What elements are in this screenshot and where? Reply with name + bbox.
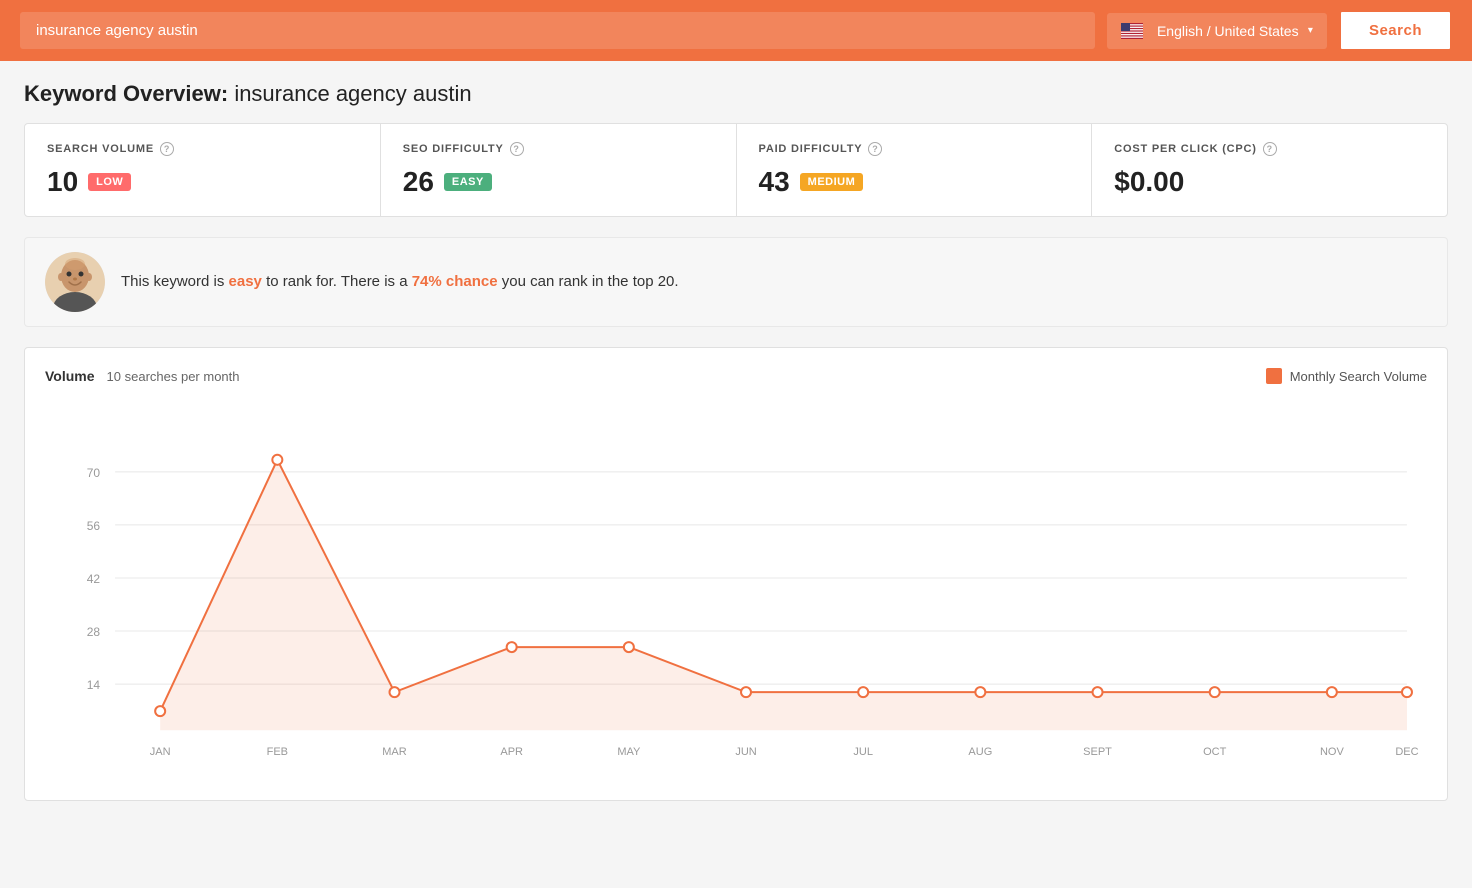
y-label-14: 14 [87, 678, 101, 692]
x-label-feb: FEB [267, 746, 288, 758]
page-title-bold: Keyword Overview: [24, 81, 228, 106]
metric-value-search-volume: 10 LOW [47, 166, 358, 198]
search-input[interactable] [20, 12, 1095, 49]
x-label-jun: JUN [735, 746, 756, 758]
chart-svg: 70 56 42 28 14 [45, 400, 1427, 780]
x-label-oct: OCT [1203, 746, 1227, 758]
header: English / United States ▾ Search [0, 0, 1472, 61]
x-label-jan: JAN [150, 746, 171, 758]
y-label-56: 56 [87, 519, 101, 533]
metric-card-search-volume: SEARCH VOLUME ? 10 LOW [25, 124, 381, 216]
page-title-keyword: insurance agency austin [234, 81, 471, 106]
page-title: Keyword Overview: insurance agency austi… [24, 81, 1448, 107]
main-content: Keyword Overview: insurance agency austi… [0, 61, 1472, 821]
metric-label-paid-difficulty: PAID DIFFICULTY ? [759, 142, 1070, 156]
metric-card-cpc: COST PER CLICK (CPC) ? $0.00 [1092, 124, 1447, 216]
badge-low: LOW [88, 173, 131, 191]
data-point-sept [1093, 687, 1103, 697]
x-label-dec: DEC [1395, 746, 1418, 758]
y-label-42: 42 [87, 572, 101, 586]
insight-bar: This keyword is easy to rank for. There … [24, 237, 1448, 327]
data-point-nov [1327, 687, 1337, 697]
avatar [45, 252, 105, 312]
chart-header: Volume 10 searches per month Monthly Sea… [45, 368, 1427, 384]
metric-card-seo-difficulty: SEO DIFFICULTY ? 26 EASY [381, 124, 737, 216]
metric-cards: SEARCH VOLUME ? 10 LOW SEO DIFFICULTY ? … [24, 123, 1448, 217]
metric-card-paid-difficulty: PAID DIFFICULTY ? 43 MEDIUM [737, 124, 1093, 216]
data-point-jan [155, 706, 165, 716]
y-label-70: 70 [87, 466, 101, 480]
help-icon-search-volume[interactable]: ? [160, 142, 174, 156]
language-selector[interactable]: English / United States ▾ [1107, 13, 1327, 49]
avatar-image [45, 252, 105, 312]
x-label-aug: AUG [968, 746, 992, 758]
chart-legend: Monthly Search Volume [1266, 368, 1427, 384]
y-label-28: 28 [87, 625, 101, 639]
chart-sub-label: 10 searches per month [107, 369, 240, 384]
x-label-jul: JUL [853, 746, 873, 758]
data-point-oct [1210, 687, 1220, 697]
chart-header-left: Volume 10 searches per month [45, 368, 240, 384]
chevron-down-icon: ▾ [1308, 25, 1313, 36]
search-button[interactable]: Search [1339, 10, 1452, 51]
badge-easy: EASY [444, 173, 492, 191]
insight-easy-label: easy [229, 273, 262, 290]
metric-value-paid-difficulty: 43 MEDIUM [759, 166, 1070, 198]
data-point-mar [389, 687, 399, 697]
data-point-aug [975, 687, 985, 697]
flag-icon [1121, 23, 1143, 39]
language-label: English / United States [1157, 23, 1300, 39]
legend-label: Monthly Search Volume [1290, 369, 1427, 384]
insight-text: This keyword is easy to rank for. There … [121, 271, 679, 294]
x-label-apr: APR [500, 746, 523, 758]
chart-container: 70 56 42 28 14 [45, 400, 1427, 780]
insight-chance-label: 74% chance [412, 273, 498, 290]
metric-label-seo-difficulty: SEO DIFFICULTY ? [403, 142, 714, 156]
data-point-jul [858, 687, 868, 697]
x-label-nov: NOV [1320, 746, 1345, 758]
x-label-may: MAY [617, 746, 641, 758]
metric-label-cpc: COST PER CLICK (CPC) ? [1114, 142, 1425, 156]
x-label-sept: SEPT [1083, 746, 1112, 758]
data-point-apr [507, 642, 517, 652]
help-icon-paid-difficulty[interactable]: ? [868, 142, 882, 156]
metric-value-cpc: $0.00 [1114, 166, 1425, 198]
help-icon-cpc[interactable]: ? [1263, 142, 1277, 156]
badge-medium: MEDIUM [800, 173, 864, 191]
chart-section: Volume 10 searches per month Monthly Sea… [24, 347, 1448, 801]
legend-color-box [1266, 368, 1282, 384]
data-point-jun [741, 687, 751, 697]
data-point-may [624, 642, 634, 652]
help-icon-seo-difficulty[interactable]: ? [510, 142, 524, 156]
x-label-mar: MAR [382, 746, 407, 758]
data-point-dec [1402, 687, 1412, 697]
metric-value-seo-difficulty: 26 EASY [403, 166, 714, 198]
metric-label-search-volume: SEARCH VOLUME ? [47, 142, 358, 156]
data-point-feb [272, 455, 282, 465]
chart-volume-label: Volume [45, 368, 95, 384]
